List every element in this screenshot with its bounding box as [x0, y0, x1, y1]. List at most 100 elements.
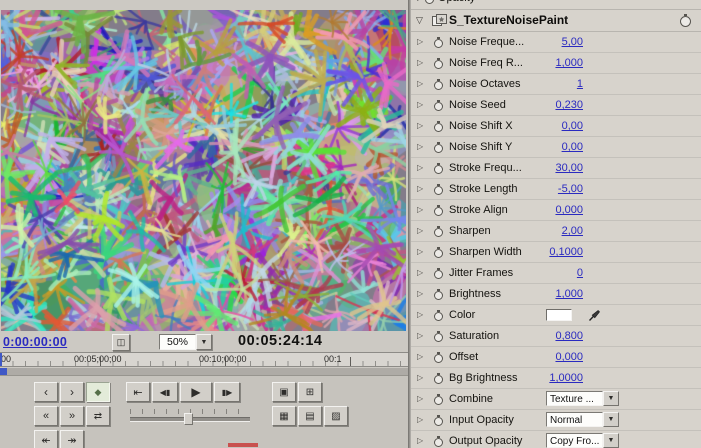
stopwatch-icon[interactable]: [433, 352, 444, 363]
zoom-dropdown-arrow-icon[interactable]: ▼: [196, 334, 212, 350]
dropdown-arrow-icon[interactable]: ▼: [603, 433, 619, 448]
expand-icon[interactable]: ▷: [417, 247, 423, 257]
param-value[interactable]: 0,230: [555, 99, 583, 111]
stopwatch-icon[interactable]: [433, 121, 444, 132]
expand-icon[interactable]: ▷: [417, 205, 423, 215]
param-value[interactable]: 0,00: [562, 120, 583, 132]
param-value[interactable]: 30,00: [555, 162, 583, 174]
trim-sync-button[interactable]: ⇄: [86, 406, 110, 426]
effect-title: S_TextureNoisePaint: [449, 13, 569, 27]
expand-icon[interactable]: ▷: [417, 58, 423, 68]
previous-keyframe-button[interactable]: ‹: [34, 382, 58, 402]
stopwatch-icon[interactable]: [433, 436, 444, 447]
stopwatch-icon[interactable]: [433, 289, 444, 300]
grid-plus-button[interactable]: ⊞: [298, 382, 322, 402]
jump-forward-button[interactable]: ↠: [60, 430, 84, 448]
param-value[interactable]: 1: [577, 78, 583, 90]
expand-icon[interactable]: ▷: [417, 184, 423, 194]
stopwatch-icon[interactable]: [433, 184, 444, 195]
timeline-ruler[interactable]: 00 00:05;00;00 00:10;00;00 00:1: [0, 352, 408, 367]
rows-overlay-button[interactable]: ▤: [298, 406, 322, 426]
param-dropdown[interactable]: Normal ▼: [546, 412, 619, 427]
param-value[interactable]: 0,000: [555, 351, 583, 363]
go-to-start-button[interactable]: ⇤: [126, 382, 150, 402]
dual-split-button[interactable]: ◫: [112, 334, 130, 351]
color-swatch[interactable]: [546, 309, 572, 321]
render-effect-button[interactable]: ▣: [272, 382, 296, 402]
slider-thumb[interactable]: [184, 413, 193, 425]
zoom-level-field[interactable]: 50%: [159, 334, 196, 350]
stopwatch-icon[interactable]: [433, 58, 444, 69]
dropdown-arrow-icon[interactable]: ▼: [603, 391, 619, 406]
eyedropper-icon[interactable]: [588, 308, 602, 322]
param-value[interactable]: 2,00: [562, 225, 583, 237]
expand-icon[interactable]: ▷: [417, 100, 423, 110]
effect-stopwatch-icon[interactable]: [679, 14, 692, 27]
stopwatch-icon[interactable]: [433, 415, 444, 426]
param-value[interactable]: 0,000: [555, 204, 583, 216]
playhead-marker[interactable]: [0, 353, 2, 366]
expand-icon[interactable]: ▷: [417, 373, 423, 383]
stopwatch-icon[interactable]: [433, 37, 444, 48]
timeline-scroll-band[interactable]: [0, 368, 408, 375]
param-value[interactable]: -5,00: [558, 183, 583, 195]
expand-icon[interactable]: ▷: [417, 226, 423, 236]
scrub-speed-slider[interactable]: [128, 408, 252, 426]
position-timecode[interactable]: 0:00:00:00: [3, 335, 67, 349]
stopwatch-icon[interactable]: [433, 226, 444, 237]
param-dropdown[interactable]: Texture ... ▼: [546, 391, 619, 406]
next-keyframe-button[interactable]: ›: [60, 382, 84, 402]
stopwatch-icon[interactable]: [424, 0, 435, 4]
jump-back-button[interactable]: ↞: [34, 430, 58, 448]
stopwatch-icon[interactable]: [433, 163, 444, 174]
expand-icon[interactable]: ▷: [417, 415, 423, 425]
expand-icon[interactable]: ▷: [417, 289, 423, 299]
effect-preview-image[interactable]: [1, 10, 406, 331]
stopwatch-icon[interactable]: [433, 373, 444, 384]
param-dropdown[interactable]: Copy Fro... ▼: [546, 433, 619, 448]
diagonal-overlay-button[interactable]: ▨: [324, 406, 348, 426]
add-keyframe-button[interactable]: ◆: [86, 382, 110, 402]
effect-icon: [432, 14, 447, 32]
expand-icon[interactable]: ▷: [417, 121, 423, 131]
expand-icon[interactable]: ▷: [417, 0, 423, 3]
expand-icon[interactable]: ▷: [417, 331, 423, 341]
expand-icon[interactable]: ▷: [417, 163, 423, 173]
param-value[interactable]: 5,00: [562, 36, 583, 48]
step-backward-button[interactable]: ◀▮: [152, 382, 178, 402]
param-label: Brightness: [449, 288, 501, 300]
stopwatch-icon[interactable]: [433, 142, 444, 153]
stopwatch-icon[interactable]: [433, 331, 444, 342]
stopwatch-icon[interactable]: [433, 394, 444, 405]
dropdown-arrow-icon[interactable]: ▼: [603, 412, 619, 427]
param-value[interactable]: 0,800: [555, 330, 583, 342]
expand-icon[interactable]: ▷: [417, 352, 423, 362]
expand-icon[interactable]: ▷: [417, 310, 423, 320]
stopwatch-icon[interactable]: [433, 79, 444, 90]
expand-icon[interactable]: ▷: [417, 394, 423, 404]
step-forward-button[interactable]: ▮▶: [214, 382, 240, 402]
expand-icon[interactable]: ▷: [417, 436, 423, 446]
param-value[interactable]: 1,000: [555, 288, 583, 300]
trim-right-button[interactable]: »: [60, 406, 84, 426]
expand-icon[interactable]: ▷: [417, 37, 423, 47]
stopwatch-icon[interactable]: [433, 268, 444, 279]
stopwatch-icon[interactable]: [433, 247, 444, 258]
stopwatch-icon[interactable]: [433, 100, 444, 111]
param-value[interactable]: 1,000: [555, 57, 583, 69]
expand-icon[interactable]: ▷: [417, 268, 423, 278]
param-value[interactable]: 0: [577, 267, 583, 279]
param-value[interactable]: 1,0000: [549, 372, 583, 384]
position-indicator[interactable]: [0, 368, 7, 375]
param-value[interactable]: 0,1000: [549, 246, 583, 258]
stopwatch-icon[interactable]: [433, 310, 444, 321]
grid-overlay-button[interactable]: ▦: [272, 406, 296, 426]
param-value[interactable]: 0,00: [562, 141, 583, 153]
expand-icon[interactable]: ▷: [417, 79, 423, 89]
expand-icon[interactable]: ▷: [417, 142, 423, 152]
effect-header[interactable]: ▽ S_TextureNoisePaint: [411, 10, 701, 32]
trim-left-button[interactable]: «: [34, 406, 58, 426]
stopwatch-icon[interactable]: [433, 205, 444, 216]
collapse-icon[interactable]: ▽: [416, 14, 423, 26]
play-button[interactable]: ▶: [180, 382, 212, 402]
